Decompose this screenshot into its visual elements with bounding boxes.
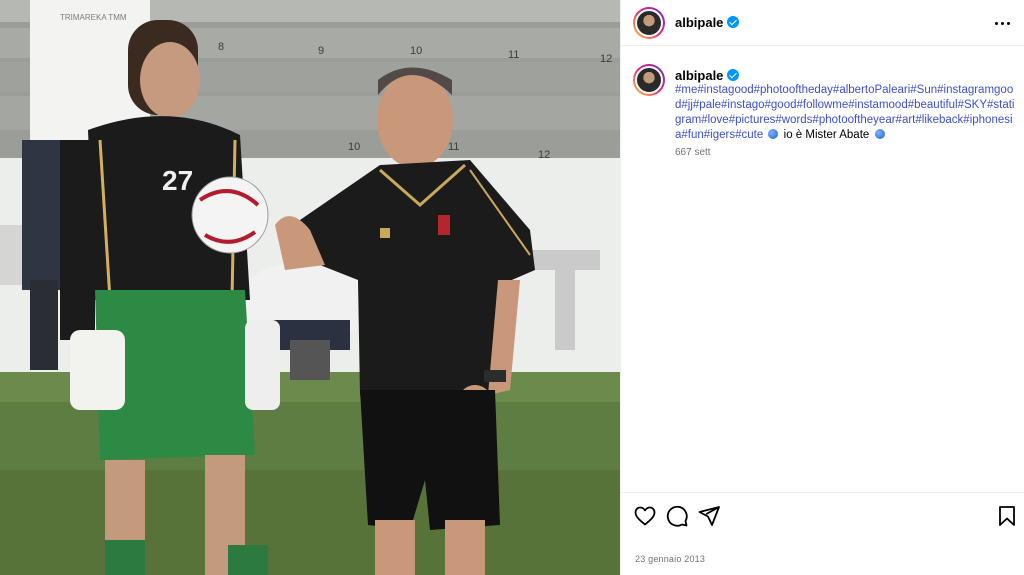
banner-text: TRIMAREKA TMM bbox=[60, 13, 127, 22]
post-date[interactable]: 23 gennaio 2013 bbox=[635, 554, 705, 564]
username-label[interactable]: albipale bbox=[675, 15, 723, 30]
share-icon[interactable] bbox=[697, 504, 721, 528]
post-header: albipale bbox=[621, 0, 1024, 46]
caption-text: #me#instagood#photooftheday#albertoPalea… bbox=[675, 83, 1015, 143]
caption-avatar[interactable] bbox=[633, 64, 665, 96]
avatar[interactable] bbox=[633, 7, 665, 39]
header-username[interactable]: albipale bbox=[675, 15, 740, 30]
bookmark-icon[interactable] bbox=[995, 504, 1019, 528]
stand-number: 10 bbox=[348, 141, 360, 153]
post-photo-image: 8 9 10 11 12 10 11 12 TRIMAREKA TMM 27 bbox=[0, 0, 620, 575]
heart-icon[interactable] bbox=[633, 504, 657, 528]
stand-number: 8 bbox=[218, 41, 224, 53]
comment-icon[interactable] bbox=[665, 504, 689, 528]
post-actions bbox=[621, 492, 1024, 542]
caption-username-label[interactable]: albipale bbox=[675, 68, 723, 83]
more-options-icon[interactable] bbox=[991, 12, 1013, 34]
verified-badge-icon bbox=[727, 69, 740, 81]
globe-emoji-icon bbox=[768, 129, 779, 139]
stand-number: 10 bbox=[410, 45, 422, 57]
stand-number: 12 bbox=[600, 53, 612, 65]
post-photo[interactable]: 8 9 10 11 12 10 11 12 TRIMAREKA TMM 27 bbox=[0, 0, 620, 575]
caption-username[interactable]: albipale bbox=[675, 68, 740, 83]
caption-body: io è Mister Abate bbox=[783, 129, 870, 141]
post-side-panel: albipale albipale #me#instagood#photooft… bbox=[620, 0, 1024, 575]
stand-number: 11 bbox=[448, 141, 459, 153]
globe-emoji-icon bbox=[874, 129, 885, 139]
caption-section: albipale #me#instagood#photooftheday#alb… bbox=[621, 46, 1024, 492]
jersey-number: 27 bbox=[162, 165, 193, 196]
stand-number: 11 bbox=[508, 49, 519, 61]
caption-timestamp[interactable]: 667 sett bbox=[675, 147, 711, 158]
stand-number: 9 bbox=[318, 45, 324, 57]
verified-badge-icon bbox=[727, 16, 740, 28]
